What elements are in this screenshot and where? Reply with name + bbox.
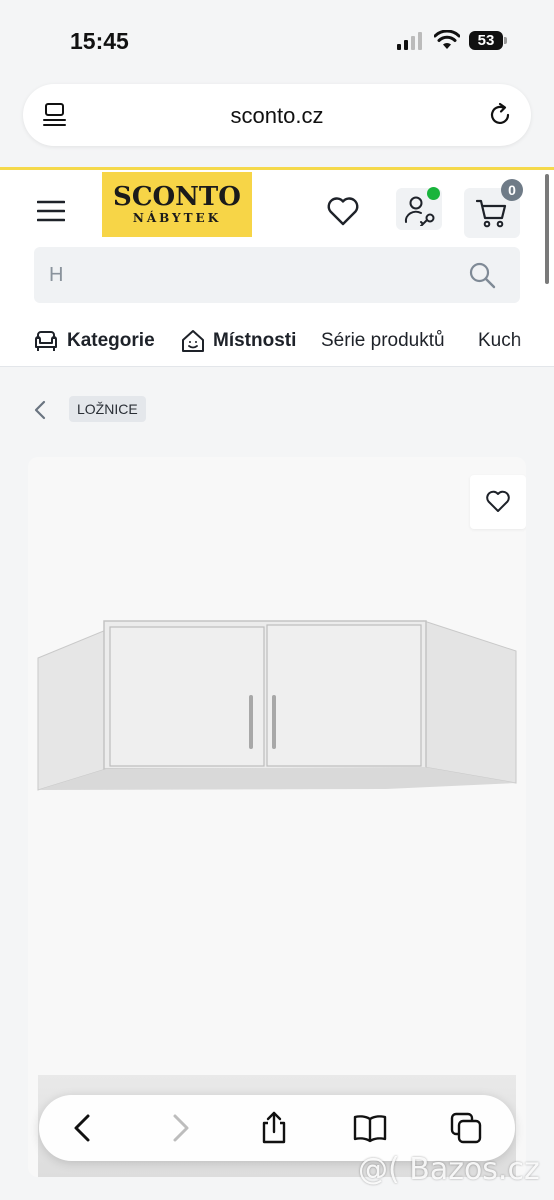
page-scrollbar[interactable]: [545, 174, 549, 284]
cellular-signal-icon: [397, 32, 422, 50]
armchair-icon: [35, 331, 57, 351]
heart-icon: [486, 490, 510, 512]
nav-label: Kategorie: [67, 330, 155, 351]
url-text[interactable]: sconto.cz: [23, 103, 531, 129]
search-input-value[interactable]: H: [49, 264, 63, 287]
hamburger-menu-icon[interactable]: [37, 200, 65, 222]
corner-wardrobe-top-image[interactable]: [36, 617, 518, 797]
logo-sub-text: NÁBYTEK: [132, 211, 222, 225]
product-gallery: [28, 457, 526, 1177]
back-icon[interactable]: [66, 1111, 100, 1145]
nav-item-kategorie[interactable]: Kategorie: [33, 326, 155, 356]
status-time: 15:45: [70, 28, 129, 54]
status-bar: 15:45 53: [0, 0, 554, 80]
battery-nub: [504, 37, 507, 44]
wifi-icon: [434, 30, 460, 49]
site-header: SCONTO NÁBYTEK 0 H Kategorie Místnosti S…: [0, 167, 554, 367]
heart-icon[interactable]: [326, 195, 360, 227]
cart-icon: [476, 199, 507, 228]
sconto-logo[interactable]: SCONTO NÁBYTEK: [102, 172, 252, 237]
house-icon: [182, 330, 204, 352]
logo-main-text: SCONTO: [113, 182, 241, 212]
tabs-icon[interactable]: [449, 1111, 483, 1145]
address-bar[interactable]: sconto.cz: [23, 84, 531, 146]
account-button[interactable]: [396, 187, 442, 230]
nav-label: Série produktů: [321, 330, 445, 351]
add-to-wishlist-button[interactable]: [470, 475, 526, 529]
bazos-watermark: @( Bazos.cz: [358, 1152, 540, 1187]
chevron-left-icon[interactable]: [33, 400, 47, 420]
forward-icon[interactable]: [163, 1111, 197, 1145]
nav-item-mistnosti[interactable]: Místnosti: [181, 326, 296, 356]
category-nav: Kategorie Místnosti Série produktů Kuch: [0, 322, 554, 362]
cart-count-badge: 0: [501, 179, 523, 201]
battery-icon: 53: [469, 31, 503, 50]
reload-icon[interactable]: [487, 102, 513, 128]
nav-fade: [514, 322, 554, 362]
nav-item-serie-produktu[interactable]: Série produktů: [321, 326, 445, 356]
share-icon[interactable]: [257, 1111, 291, 1145]
search-icon[interactable]: [468, 261, 496, 289]
online-status-dot: [427, 187, 440, 200]
search-input[interactable]: H: [34, 247, 520, 303]
bookmarks-icon[interactable]: [353, 1111, 387, 1145]
cart-button[interactable]: 0: [464, 179, 523, 238]
breadcrumb-category[interactable]: LOŽNICE: [69, 396, 146, 422]
nav-label: Místnosti: [213, 330, 297, 351]
